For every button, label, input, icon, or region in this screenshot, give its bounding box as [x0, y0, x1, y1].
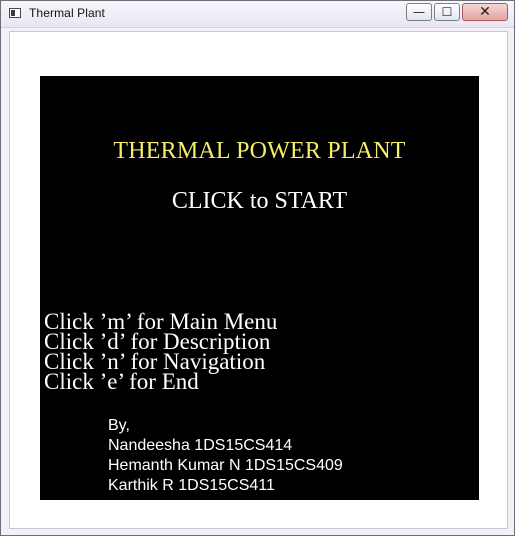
credit-author-3: Karthik R 1DS15CS411	[108, 477, 275, 494]
click-to-start-prompt[interactable]: CLICK to START	[40, 188, 479, 215]
page-title: THERMAL POWER PLANT	[113, 138, 406, 164]
credit-author-2: Hemanth Kumar N 1DS15CS409	[108, 457, 343, 474]
titlebar[interactable]: Thermal Plant — ☐ ✕	[1, 1, 514, 28]
credits: By, Nandeesha 1DS15CS414 Hemanth Kumar N…	[108, 416, 343, 496]
credit-author-1: Nandeesha 1DS15CS414	[108, 437, 293, 454]
help-instructions: Click ’m’ for Main Menu Click ’d’ for De…	[44, 310, 277, 394]
opengl-canvas[interactable]: THERMAL POWER PLANT CLICK to START Click…	[40, 76, 479, 500]
credits-by: By,	[108, 417, 130, 434]
app-window: Thermal Plant — ☐ ✕ THERMAL POWER PLANT …	[0, 0, 515, 536]
window-title: Thermal Plant	[29, 6, 105, 20]
help-line-end: Click ’e’ for End	[44, 369, 199, 394]
minimize-icon: —	[413, 5, 425, 19]
minimize-button[interactable]: —	[406, 3, 432, 21]
app-window-icon	[9, 8, 21, 18]
maximize-button[interactable]: ☐	[434, 3, 460, 21]
maximize-icon: ☐	[441, 5, 453, 19]
window-controls: — ☐ ✕	[406, 3, 508, 21]
close-button[interactable]: ✕	[462, 3, 508, 21]
client-area: THERMAL POWER PLANT CLICK to START Click…	[9, 31, 508, 529]
close-icon: ✕	[479, 3, 491, 20]
